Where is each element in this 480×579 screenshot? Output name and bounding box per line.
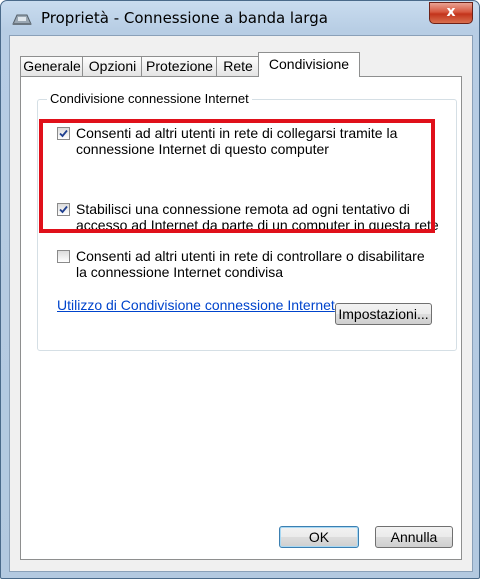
allow-control-label: Consenti ad altri utenti in rete di cont… — [76, 248, 425, 280]
ics-help-link[interactable]: Utilizzo di Condivisione connessione Int… — [57, 297, 335, 313]
tab-generale[interactable]: Generale — [20, 56, 84, 76]
ok-button[interactable]: OK — [279, 526, 359, 548]
properties-dialog: Proprietà - Connessione a banda larga x … — [0, 0, 480, 579]
group-title: Condivisione connessione Internet — [47, 91, 252, 106]
close-button[interactable]: x — [429, 2, 473, 24]
tab-protezione[interactable]: Protezione — [141, 56, 218, 76]
tab-opzioni[interactable]: Opzioni — [82, 56, 143, 76]
tab-condivisione[interactable]: Condivisione — [258, 52, 360, 77]
dialog-client-area: Generale Opzioni Protezione Rete Condivi… — [9, 35, 473, 572]
allow-control-checkbox[interactable] — [57, 250, 70, 263]
close-icon: x — [446, 4, 456, 20]
window-title: Proprietà - Connessione a banda larga — [41, 9, 328, 27]
highlight-box — [39, 119, 435, 233]
tab-rete[interactable]: Rete — [216, 56, 260, 76]
cancel-button[interactable]: Annulla — [375, 526, 453, 548]
settings-button[interactable]: Impostazioni... — [335, 303, 432, 325]
title-bar[interactable]: Proprietà - Connessione a banda larga x — [1, 1, 479, 33]
network-connection-icon — [11, 12, 33, 26]
